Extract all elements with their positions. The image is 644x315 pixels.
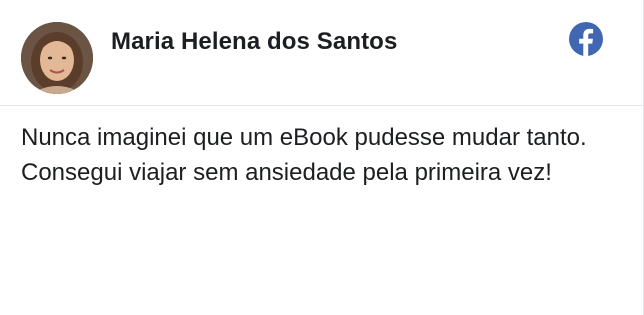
review-text: Nunca imaginei que um eBook pudesse muda… <box>21 124 587 186</box>
card-header: Maria Helena dos Santos <box>0 0 643 106</box>
author-name: Maria Helena dos Santos <box>111 28 398 55</box>
testimonial-card: Maria Helena dos Santos Nunca imaginei q… <box>0 0 644 315</box>
avatar <box>21 22 93 94</box>
avatar-image <box>21 22 93 94</box>
facebook-icon[interactable] <box>569 22 603 56</box>
